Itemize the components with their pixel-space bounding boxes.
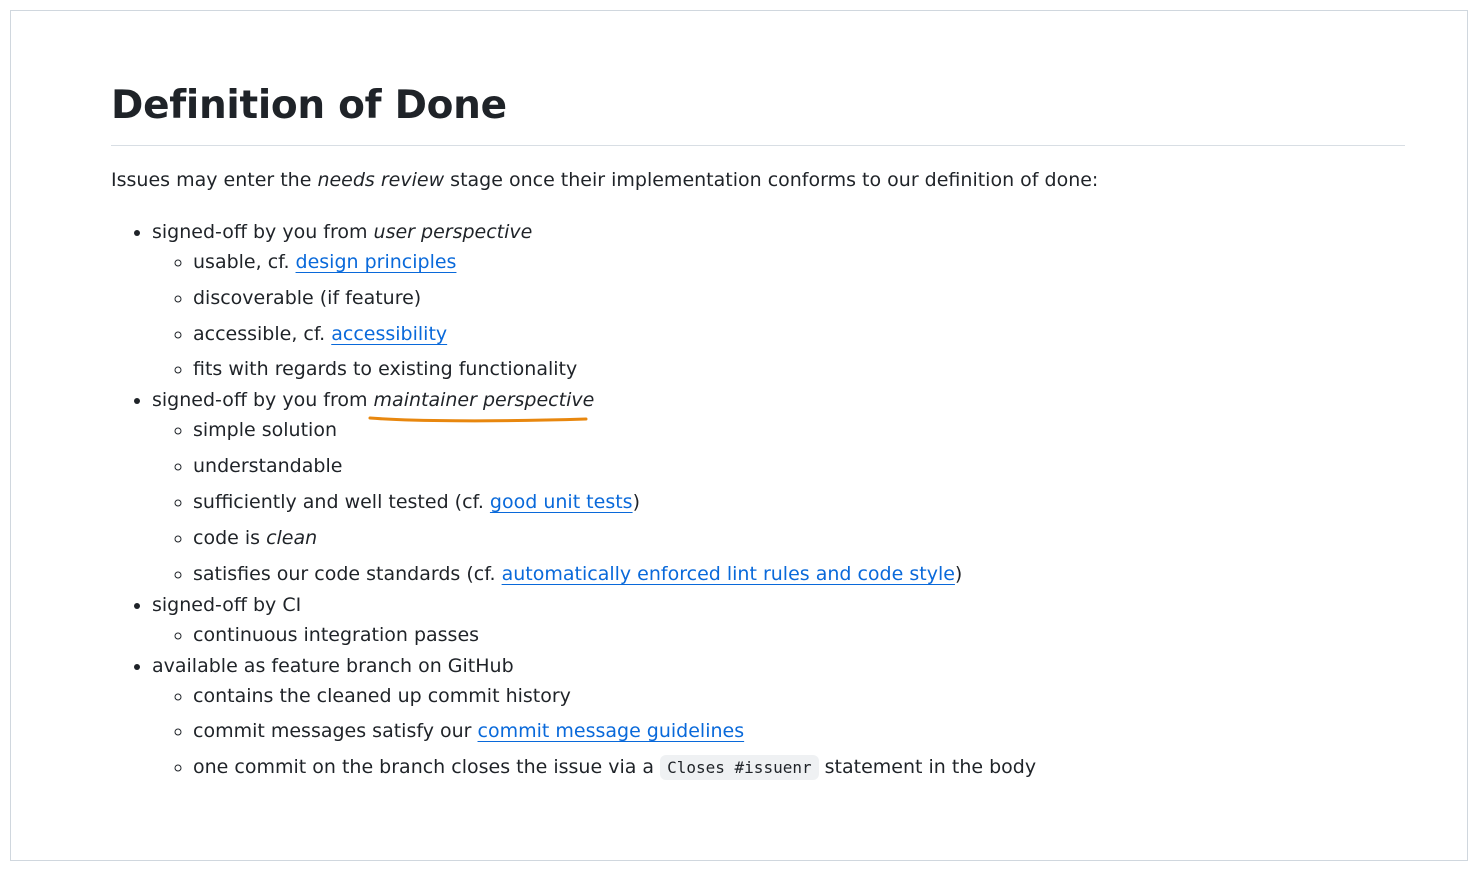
sublist-item-suffix: ) — [632, 490, 640, 513]
design-principles-link[interactable]: design principles — [296, 251, 457, 273]
sublist-item-emphasis: clean — [266, 526, 318, 549]
sublist-item-usable: usable, cf. design principles — [193, 247, 1036, 277]
accessibility-link[interactable]: accessibility — [331, 323, 447, 345]
sublist-user-perspective: usable, cf. design principles discoverab… — [152, 247, 1036, 384]
sublist-item-text: discoverable (if feature) — [193, 286, 422, 309]
sublist-maintainer-perspective: simple solution understandable sufficien… — [152, 415, 1036, 588]
sublist-item-discoverable: discoverable (if feature) — [193, 283, 1036, 313]
sublist-item-text: code is — [193, 526, 267, 549]
sublist-item-commit-history: contains the cleaned up commit history — [193, 681, 1036, 711]
highlighted-phrase: maintainer perspective — [368, 385, 595, 423]
sublist-item-text: usable, cf. — [193, 251, 296, 273]
sublist-item-text: contains the cleaned up commit history — [193, 684, 571, 707]
sublist-item-commit-messages: commit messages satisfy our commit messa… — [193, 716, 1036, 746]
sublist-item-code-standards: satisfies our code standards (cf. automa… — [193, 559, 1036, 589]
sublist-item-text: fits with regards to existing functional… — [193, 358, 578, 381]
sublist-item-text: continuous integration passes — [193, 623, 480, 646]
list-item-label: signed-off by you from — [152, 221, 374, 243]
sublist-item-text: one commit on the branch closes the issu… — [193, 756, 661, 779]
intro-paragraph: Issues may enter the needs review stage … — [111, 165, 1098, 195]
commit-message-guidelines-link[interactable]: commit message guidelines — [478, 720, 745, 742]
list-item-feature-branch: available as feature branch on GitHub co… — [152, 651, 1036, 784]
list-item-label: available as feature branch on GitHub — [152, 654, 514, 677]
sublist-item-closes-issue: one commit on the branch closes the issu… — [193, 752, 1036, 783]
sublist-item-tested: sufficiently and well tested (cf. good u… — [193, 487, 1036, 517]
inline-code: Closes #issuenr — [660, 755, 819, 781]
sublist-item-text: satisfies our code standards (cf. — [193, 562, 502, 585]
document-content: Definition of Done Issues may enter the … — [111, 77, 1405, 781]
list-item-ci: signed-off by CI continuous integration … — [152, 590, 1036, 650]
good-unit-tests-link[interactable]: good unit tests — [490, 491, 633, 513]
sublist-item-text: commit messages satisfy our — [193, 720, 478, 743]
list-item-label: signed-off by you from — [152, 389, 374, 412]
list-item-emphasis: maintainer perspective — [373, 389, 595, 412]
intro-text-after: stage once their implementation conforms… — [444, 169, 1099, 191]
intro-text-before: Issues may enter the — [111, 169, 318, 191]
sublist-item-text: accessible, cf. — [193, 322, 332, 345]
sublist-item-text: sufficiently and well tested (cf. — [193, 490, 490, 513]
sublist-item-clean: code is clean — [193, 523, 1036, 553]
page-title: Definition of Done — [111, 77, 1405, 146]
definition-list: signed-off by you from user perspective … — [111, 217, 1036, 784]
sublist-item-ci-passes: continuous integration passes — [193, 620, 1036, 650]
intro-emphasis: needs review — [317, 169, 445, 191]
sublist-item-text: understandable — [193, 455, 343, 478]
sublist-item-text: simple solution — [193, 419, 337, 442]
sublist-item-understandable: understandable — [193, 451, 1036, 481]
orange-underline-annotation — [368, 416, 588, 423]
lint-rules-link[interactable]: automatically enforced lint rules and co… — [502, 563, 955, 585]
sublist-item-simple: simple solution — [193, 415, 1036, 445]
sublist-item-accessible: accessible, cf. accessibility — [193, 319, 1036, 349]
sublist-item-suffix: statement in the body — [818, 756, 1037, 779]
list-item-label: signed-off by CI — [152, 593, 302, 616]
sublist-ci: continuous integration passes — [152, 620, 1036, 650]
document-frame: Definition of Done Issues may enter the … — [10, 10, 1468, 861]
sublist-item-fits: fits with regards to existing functional… — [193, 354, 1036, 384]
sublist-feature-branch: contains the cleaned up commit history c… — [152, 681, 1036, 784]
list-item-user-perspective: signed-off by you from user perspective … — [152, 217, 1036, 384]
list-item-emphasis: user perspective — [373, 221, 533, 243]
sublist-item-suffix: ) — [954, 562, 963, 585]
list-item-maintainer-perspective: signed-off by you from maintainer perspe… — [152, 385, 1036, 588]
